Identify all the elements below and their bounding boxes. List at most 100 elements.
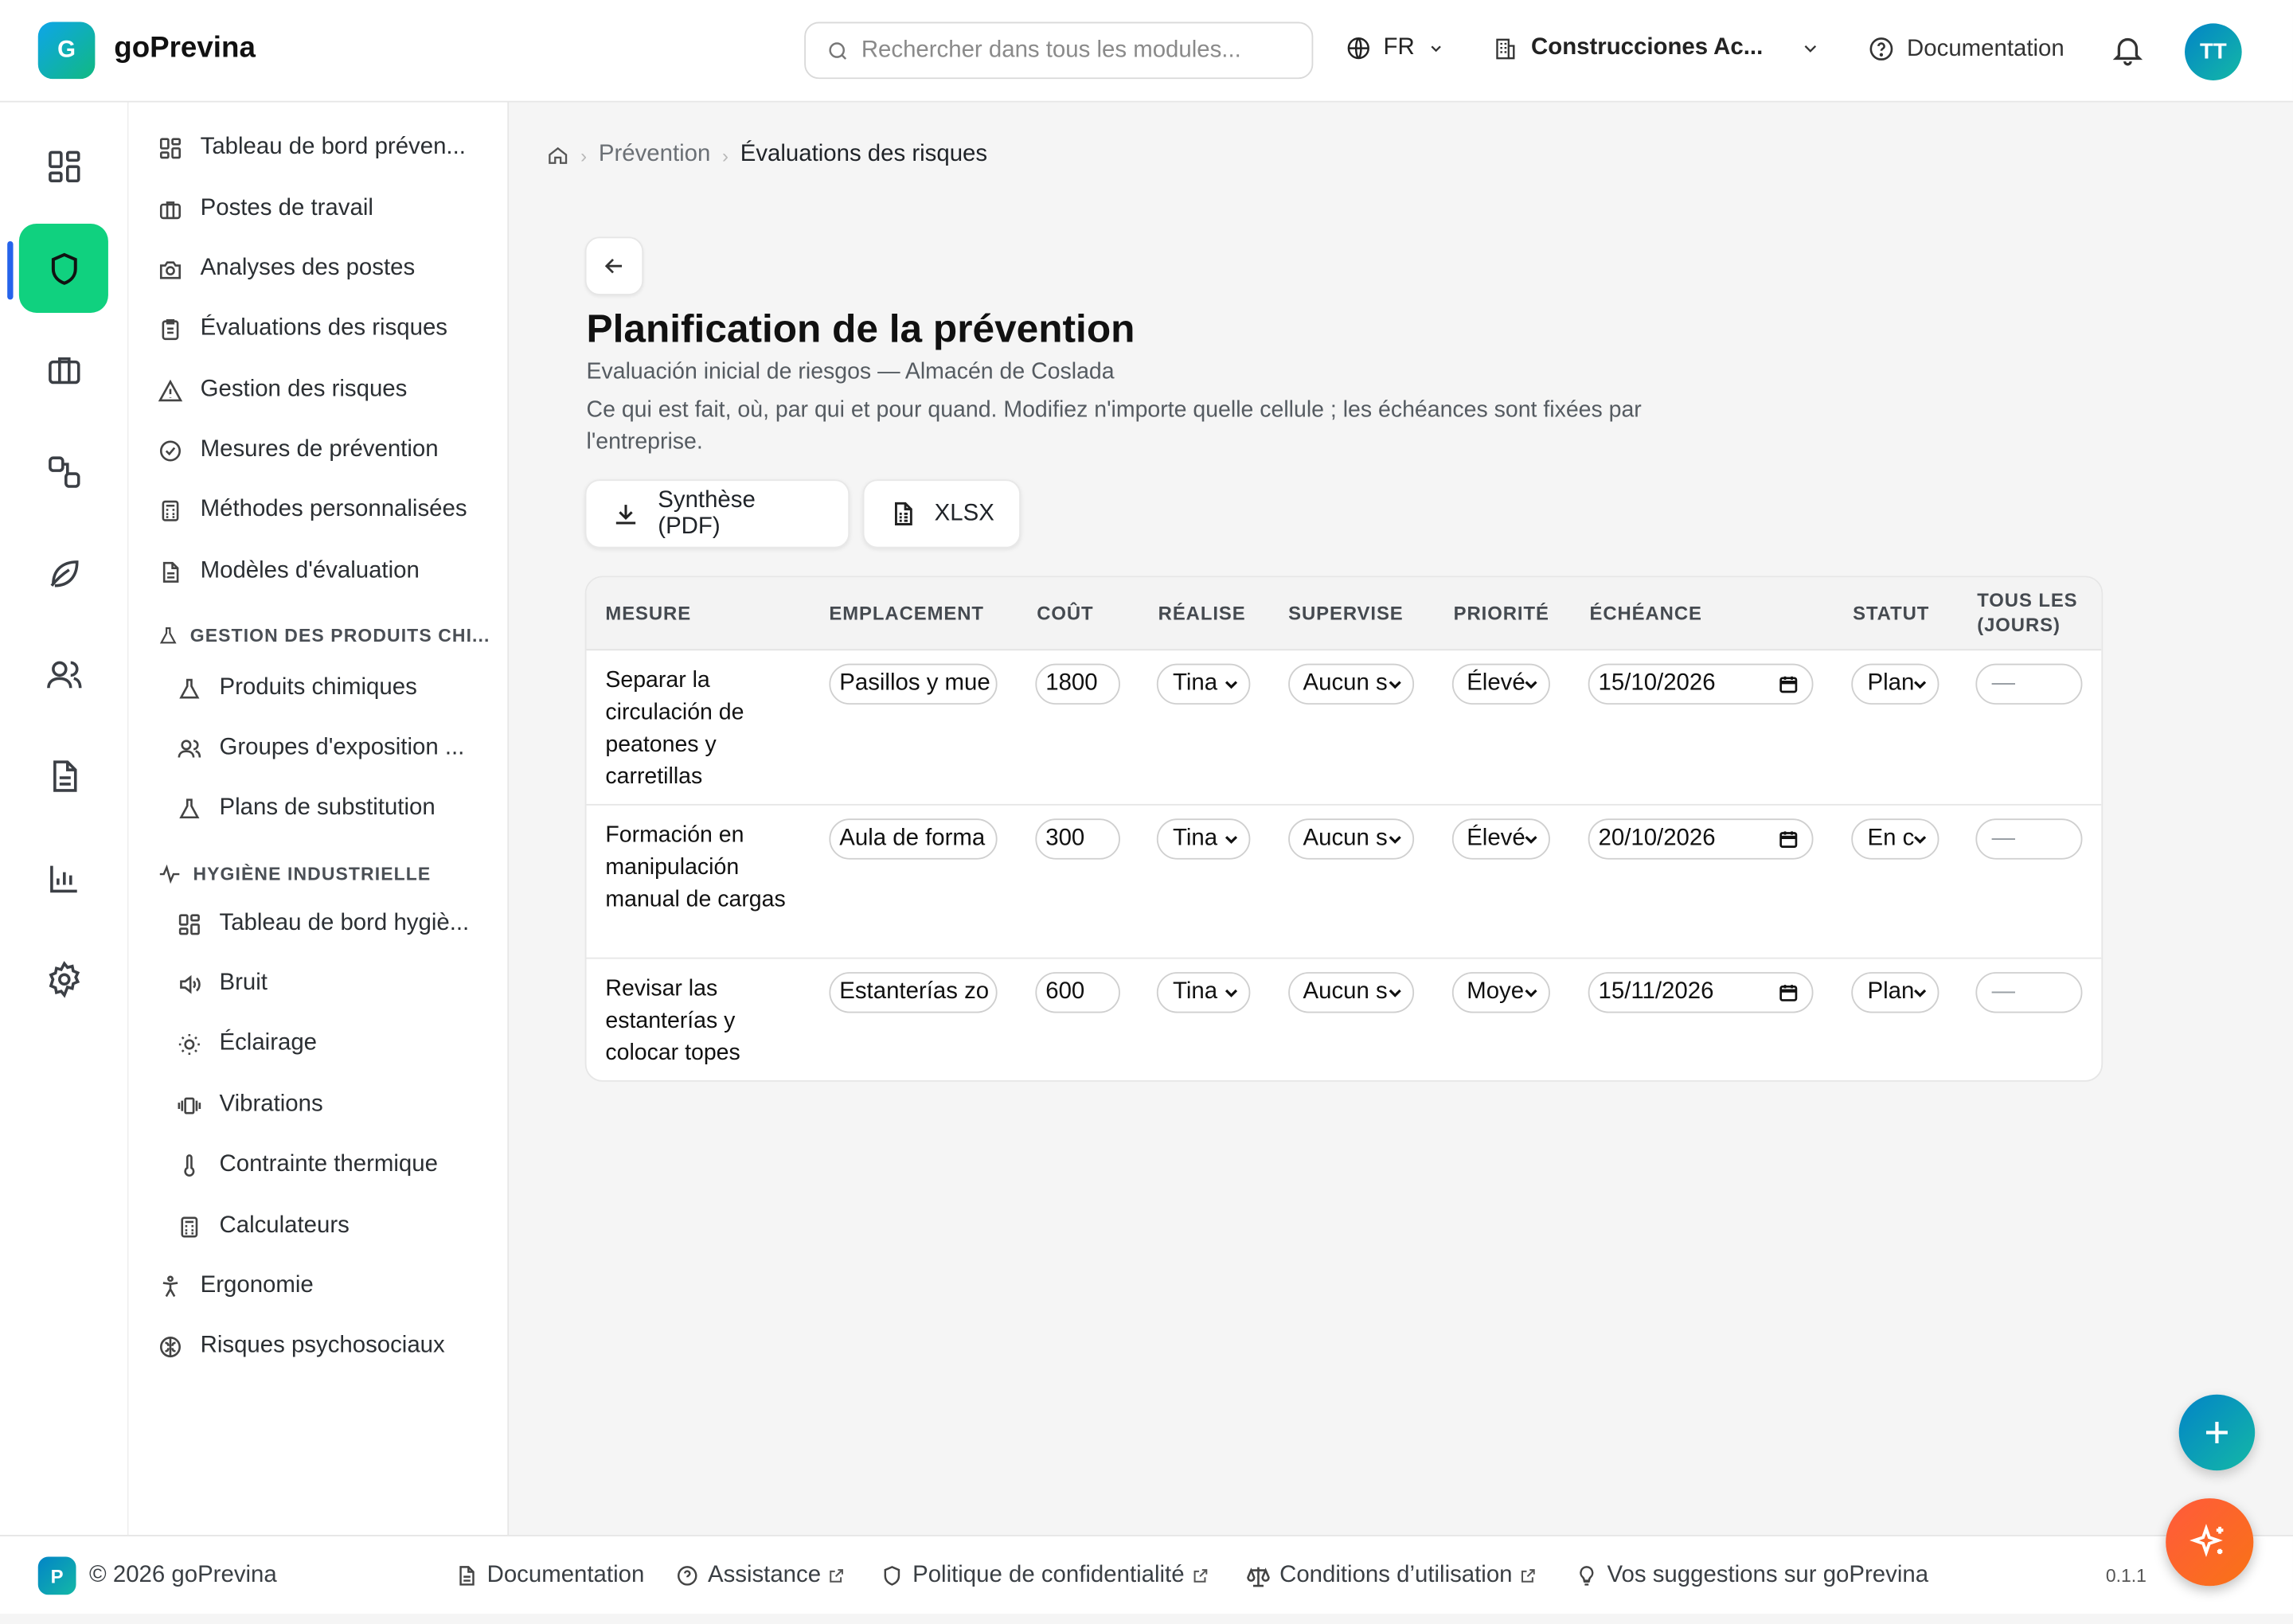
cell-performer-select[interactable]: Tina <box>1156 818 1251 860</box>
rail-documents[interactable] <box>19 731 108 820</box>
sidebar-item-label: Groupes d'exposition ... <box>219 735 465 760</box>
globe-icon <box>1347 37 1369 60</box>
rail-workflows[interactable] <box>19 427 108 516</box>
cell-cost-input[interactable]: 1800 <box>1035 663 1120 705</box>
cell-status-select[interactable]: Plan <box>1851 972 1939 1013</box>
sidebar-item-prevention-dashboard[interactable]: Tableau de bord préven... <box>158 135 466 161</box>
cell-deadline-date[interactable]: 15/11/2026 <box>1588 972 1814 1013</box>
cell-location-input[interactable]: Estanterías zo <box>829 972 998 1013</box>
user-avatar[interactable]: TT <box>2185 23 2242 80</box>
cell-measure[interactable]: Formación en manipulación manual de carg… <box>605 820 795 916</box>
export-xlsx-button[interactable]: XLSX <box>862 479 1021 548</box>
cell-every-days-input[interactable]: — <box>1975 663 2083 705</box>
sidebar-item-thermal-stress[interactable]: Contrainte thermique <box>177 1152 438 1178</box>
global-search[interactable] <box>804 21 1314 80</box>
sidebar-item-custom-methods[interactable]: Méthodes personnalisées <box>158 497 467 523</box>
shield-icon <box>50 252 76 284</box>
cell-supervisor-select[interactable]: Aucun s <box>1288 972 1415 1013</box>
cell-location-input[interactable]: Aula de forma <box>829 818 998 860</box>
clipboard-icon <box>162 318 179 340</box>
language-selector[interactable]: FR <box>1346 35 1444 61</box>
footer-terms-link[interactable]: Conditions d’utilisation <box>1246 1563 1537 1589</box>
footer-copyright: © 2026 goPrevina <box>89 1562 277 1588</box>
sidebar-item-risk-management[interactable]: Gestion des risques <box>158 377 407 404</box>
cell-status-select[interactable]: Plan <box>1851 663 1939 705</box>
calendar-icon[interactable] <box>1778 829 1799 849</box>
rail-dashboard[interactable] <box>19 121 108 210</box>
cell-cost-input[interactable]: 300 <box>1035 818 1120 860</box>
cell-every-days-input[interactable]: — <box>1975 818 2083 860</box>
external-link-icon <box>830 1569 844 1583</box>
cell-supervisor-select[interactable]: Aucun s <box>1288 818 1415 860</box>
cell-cost-input[interactable]: 600 <box>1035 972 1120 1013</box>
rail-people[interactable] <box>19 630 108 719</box>
footer-privacy-link[interactable]: Politique de confidentialité <box>881 1563 1209 1589</box>
rail-environment[interactable] <box>19 528 108 617</box>
sidebar-section-hygiene[interactable]: HYGIÈNE INDUSTRIELLE <box>158 862 431 885</box>
cell-location-input[interactable]: Pasillos y mue <box>829 663 998 705</box>
sidebar-item-label: Tableau de bord hygiè... <box>219 910 470 936</box>
cell-performer-select[interactable]: Tina <box>1156 663 1251 705</box>
sidebar-item-hygiene-dashboard[interactable]: Tableau de bord hygiè... <box>177 911 469 937</box>
rail-settings[interactable] <box>19 934 108 1023</box>
company-selector[interactable]: Construcciones Ac... <box>1493 35 1818 61</box>
sidebar-item-prevention-measures[interactable]: Mesures de prévention <box>158 437 439 463</box>
sidebar-item-vibrations[interactable]: Vibrations <box>177 1092 323 1118</box>
back-button[interactable] <box>584 236 644 295</box>
sidebar-item-label: Analyses des postes <box>200 256 416 281</box>
footer-assistance-link[interactable]: Assistance <box>676 1563 846 1589</box>
select-value: En c <box>1867 826 1915 851</box>
col-cost: COÛT <box>1037 602 1094 625</box>
sidebar-item-substitution-plans[interactable]: Plans de substitution <box>177 795 436 822</box>
app-name[interactable]: goPrevina <box>114 32 256 65</box>
calendar-icon[interactable] <box>1778 982 1799 1003</box>
search-input[interactable] <box>861 37 1286 64</box>
rail-prevention[interactable] <box>18 223 108 313</box>
cell-performer-select[interactable]: Tina <box>1156 972 1251 1013</box>
ai-assistant-button[interactable] <box>2166 1498 2254 1587</box>
flask-icon <box>179 798 200 818</box>
sidebar-item-evaluation-templates[interactable]: Modèles d'évaluation <box>158 558 420 584</box>
main-content: › Prévention › Évaluations des risques P… <box>509 102 2293 1536</box>
home-icon[interactable] <box>547 144 569 166</box>
cell-priority-select[interactable]: Élevé <box>1451 818 1550 860</box>
rail-workstations[interactable] <box>19 325 108 414</box>
notifications-button[interactable] <box>2110 32 2145 67</box>
cell-deadline-date[interactable]: 15/10/2026 <box>1588 663 1814 705</box>
sidebar-item-label: Produits chimiques <box>219 675 417 701</box>
search-icon <box>829 41 847 60</box>
add-fab-button[interactable] <box>2178 1394 2256 1471</box>
cell-every-days-input[interactable]: — <box>1975 972 2083 1013</box>
sidebar-item-ergonomics[interactable]: Ergonomie <box>158 1273 314 1299</box>
calendar-icon[interactable] <box>1778 673 1799 694</box>
cell-priority-select[interactable]: Moye <box>1451 972 1550 1013</box>
footer-documentation-link[interactable]: Documentation <box>455 1563 644 1589</box>
cell-priority-select[interactable]: Élevé <box>1451 663 1550 705</box>
sidebar-item-calculators[interactable]: Calculateurs <box>177 1213 350 1239</box>
documentation-link[interactable]: Documentation <box>1867 35 2064 63</box>
sidebar-item-exposure-groups[interactable]: Groupes d'exposition ... <box>177 736 464 762</box>
chevron-down-icon <box>1225 836 1238 844</box>
chevron-down-icon <box>1225 989 1238 997</box>
sidebar-item-workstation-analyses[interactable]: Analyses des postes <box>158 256 415 282</box>
app-logo-badge[interactable]: G <box>37 21 96 80</box>
sidebar-item-lighting[interactable]: Éclairage <box>177 1031 317 1057</box>
sidebar-item-noise[interactable]: Bruit <box>177 970 268 997</box>
sidebar-item-risk-evaluations[interactable]: Évaluations des risques <box>158 316 447 342</box>
sidebar-item-chemical-products[interactable]: Produits chimiques <box>177 675 417 701</box>
rail-reports[interactable] <box>19 833 108 923</box>
sidebar-item-psychosocial-risks[interactable]: Risques psychosociaux <box>158 1333 445 1360</box>
cell-status-select[interactable]: En c <box>1851 818 1939 860</box>
breadcrumb-prevention[interactable]: Prévention <box>599 142 711 168</box>
sidebar-item-label: Gestion des risques <box>200 377 408 402</box>
breadcrumb-current[interactable]: Évaluations des risques <box>740 142 987 168</box>
cell-deadline-date[interactable]: 20/10/2026 <box>1588 818 1814 860</box>
cell-supervisor-select[interactable]: Aucun s <box>1288 663 1415 705</box>
table-header: MESURE EMPLACEMENT COÛT RÉALISE SUPERVIS… <box>586 577 2102 651</box>
export-pdf-button[interactable]: Synthèse (PDF) <box>584 479 850 548</box>
footer-suggestions-link[interactable]: Vos suggestions sur goPrevina <box>1575 1563 1928 1589</box>
cell-measure[interactable]: Revisar las estanterías y colocar topes <box>605 974 795 1070</box>
cell-measure[interactable]: Separar la circulación de peatones y car… <box>605 665 795 794</box>
sidebar-item-workstations[interactable]: Postes de travail <box>158 196 373 222</box>
sidebar-section-chemicals[interactable]: GESTION DES PRODUITS CHI... <box>158 626 490 646</box>
